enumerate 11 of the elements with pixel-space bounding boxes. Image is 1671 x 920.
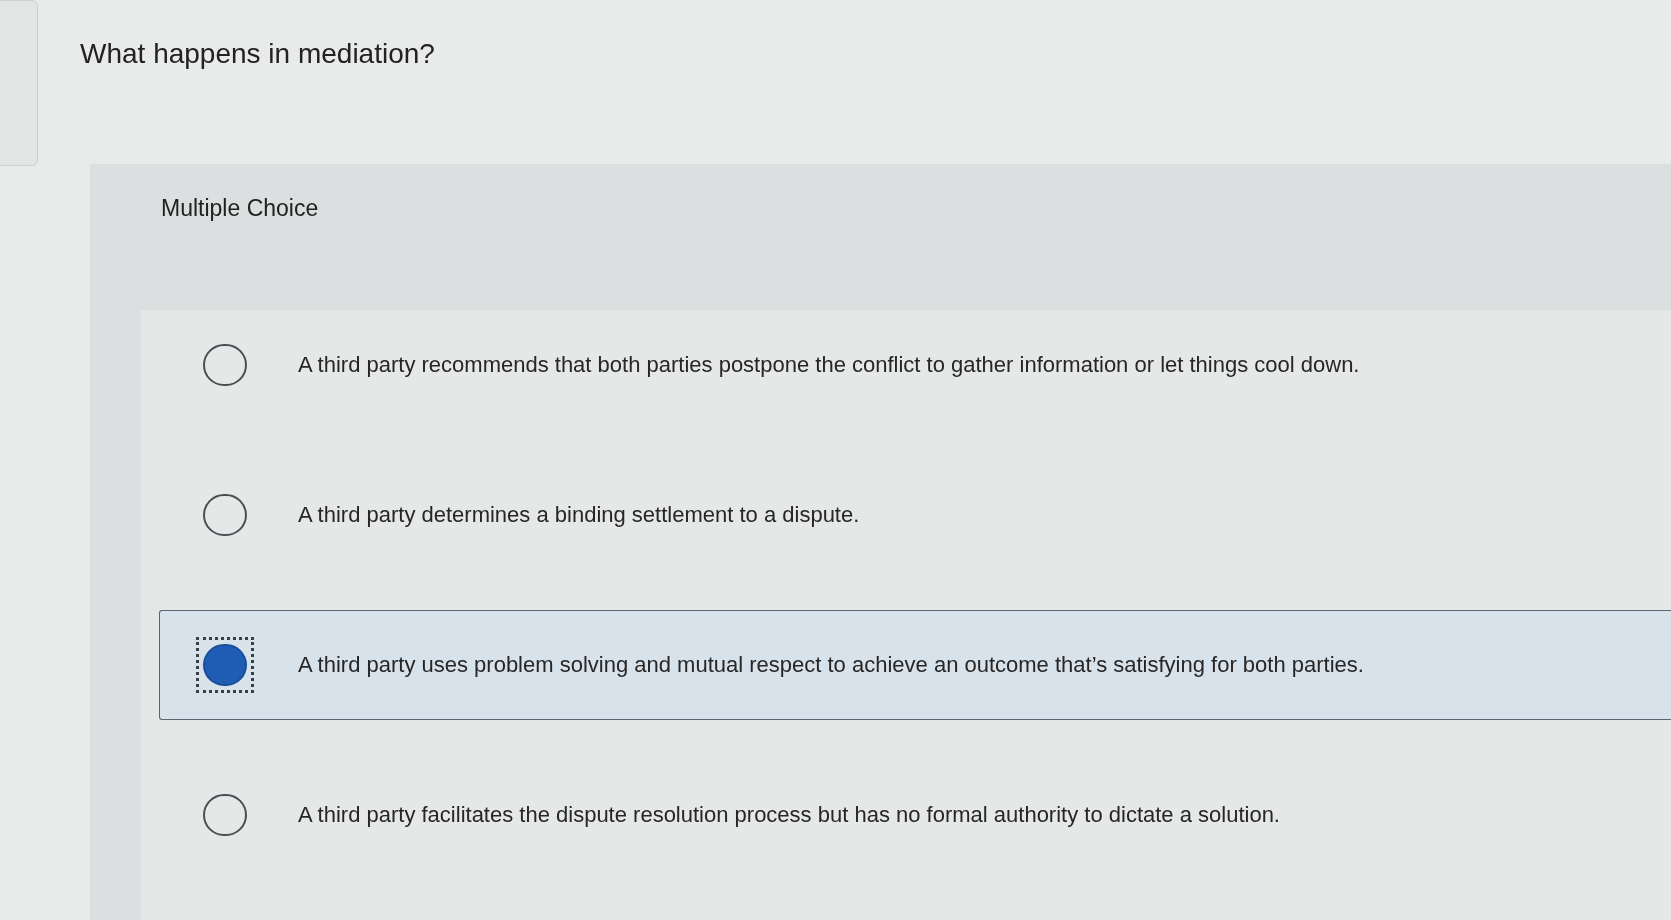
question-text: What happens in mediation? <box>80 37 435 71</box>
radio-button[interactable] <box>196 637 254 693</box>
radio-button[interactable] <box>203 794 247 836</box>
option-text: A third party facilitates the dispute resolution process but has no formal authority to dictate a solution. <box>298 801 1280 829</box>
radio-button[interactable] <box>203 494 247 536</box>
radio-button[interactable] <box>203 344 247 386</box>
selected-option-row[interactable]: A third party uses problem solving and mutual respect to achieve an outcome that’s satisfying for both parties. <box>159 610 1671 720</box>
option-text: A third party recommends that both parties postpone the conflict to gather information or let things cool down. <box>298 351 1360 379</box>
option-text: A third party determines a binding settlement to a dispute. <box>298 501 860 529</box>
question-type-label: Multiple Choice <box>161 195 319 221</box>
option-text: A third party uses problem solving and mutual respect to achieve an outcome that’s satisfying for both parties. <box>298 651 1364 679</box>
